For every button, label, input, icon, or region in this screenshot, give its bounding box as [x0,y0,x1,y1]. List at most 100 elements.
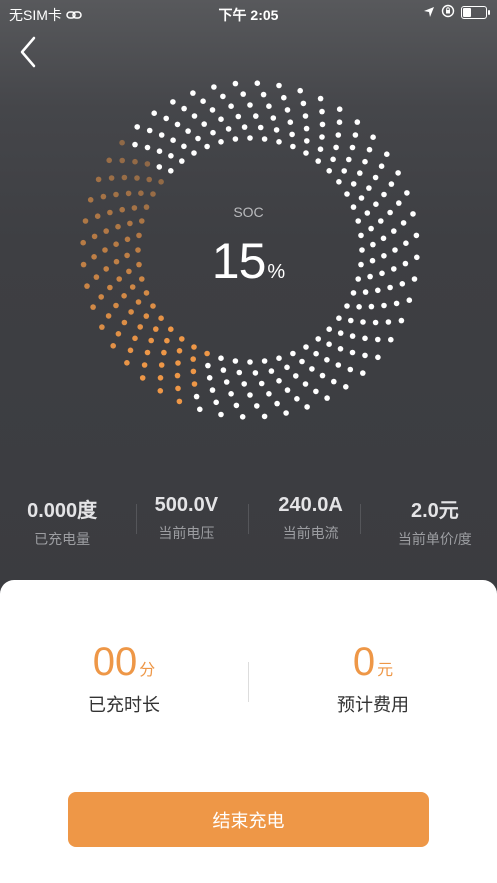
soc-dot [232,136,239,142]
stat-value: 240.0A [278,494,343,516]
soc-dot-charged [115,331,122,337]
soc-dot-charged [150,191,156,197]
soc-dot [181,143,187,150]
soc-dot-charged [168,326,174,332]
soc-dot [158,132,165,138]
soc-dot [213,399,219,406]
soc-dot [309,366,315,372]
soc-dot [254,80,261,86]
soc-dot-charged [90,304,96,310]
soc-dot-charged [113,302,119,309]
soc-dot-charged [191,344,197,350]
duration-number: 00 [92,640,138,684]
soc-dot [350,290,357,296]
cost-number: 0 [352,640,376,684]
soc-dot [303,150,309,156]
soc-dot [343,384,349,390]
soc-dot [360,319,366,325]
soc-dot [349,349,356,356]
soc-dot [241,381,247,387]
stat-value: 2.0元 [410,500,459,522]
soc-dot [326,341,332,348]
soc-dot [253,113,259,119]
soc-dot-charged [153,326,159,332]
soc-dot [266,391,272,397]
soc-dot [315,336,321,342]
soc-dot [163,115,169,122]
soc-dot [336,315,342,321]
soc-dot [220,367,227,373]
soc-dot [170,99,176,105]
soc-dot-charged [179,336,185,342]
soc-dot [381,302,387,309]
soc-value: 15% [0,232,497,290]
soc-dot-charged [141,362,148,368]
soc-dot [341,168,348,174]
soc-dot [375,336,381,343]
soc-dot-charged [150,303,156,309]
soc-dot [247,135,253,141]
soc-dot [375,354,381,361]
soc-dot-charged [175,385,181,392]
soc-dot [276,355,282,362]
soc-dot-charged [139,375,146,381]
soc-dot [276,139,282,145]
soc-dot [247,359,253,365]
stat-price: 2.0元 当前单价/度 [373,494,497,549]
soc-dot [344,191,350,197]
soc-dot-charged [98,294,104,300]
soc-dot [284,387,291,393]
soc-dot [239,414,246,420]
soc-dot [181,105,187,112]
cost-summary: 0元 预计费用 [249,640,497,717]
soc-dot [404,190,410,196]
soc-dot [195,135,201,142]
soc-dot [240,91,246,97]
soc-dot [330,156,336,163]
soc-dot [349,333,356,339]
soc-dot [218,355,224,362]
soc-dot [261,358,268,364]
soc-dot-charged [127,220,133,227]
soc-dot [284,364,290,371]
soc-dot-charged [108,175,115,181]
soc-dot [287,119,294,125]
soc-dot [302,381,309,387]
soc-dot [134,124,140,130]
soc-dot [190,90,196,96]
soc-dot [266,103,272,109]
stat-label: 当前电流 [282,525,339,541]
soc-dot [358,195,365,201]
end-charging-button[interactable]: 结束充电 [68,792,429,847]
soc-dot [270,115,277,121]
soc-dot [146,127,153,134]
soc-dot [370,134,376,140]
soc-dot-charged [110,343,116,349]
soc-dot [252,370,259,376]
duration-unit: 分 [139,662,156,679]
soc-dot [254,403,260,409]
soc-dot-charged [95,176,102,183]
soc-dot [151,110,157,116]
soc-dot [274,400,280,407]
soc-dot [357,170,363,176]
soc-dot [290,350,296,357]
back-button[interactable] [14,30,48,74]
cost-value: 0元 [249,640,497,685]
soc-dot-charged [132,158,138,165]
soc-dot [378,163,385,169]
soc-dot [326,326,332,332]
soc-dot [337,346,344,352]
soc-dot-charged [148,337,154,344]
soc-dot [350,181,357,187]
soc-dot [241,124,248,130]
stat-energy: 0.000度 已充电量 [0,494,124,549]
soc-dot [302,113,309,119]
soc-dot [209,107,216,113]
soc-dot [218,116,224,122]
soc-dot-charged [164,337,170,344]
soc-dot [300,100,307,107]
soc-dot [276,82,282,89]
soc-dot-charged [175,360,181,366]
soc-dot [232,80,239,87]
